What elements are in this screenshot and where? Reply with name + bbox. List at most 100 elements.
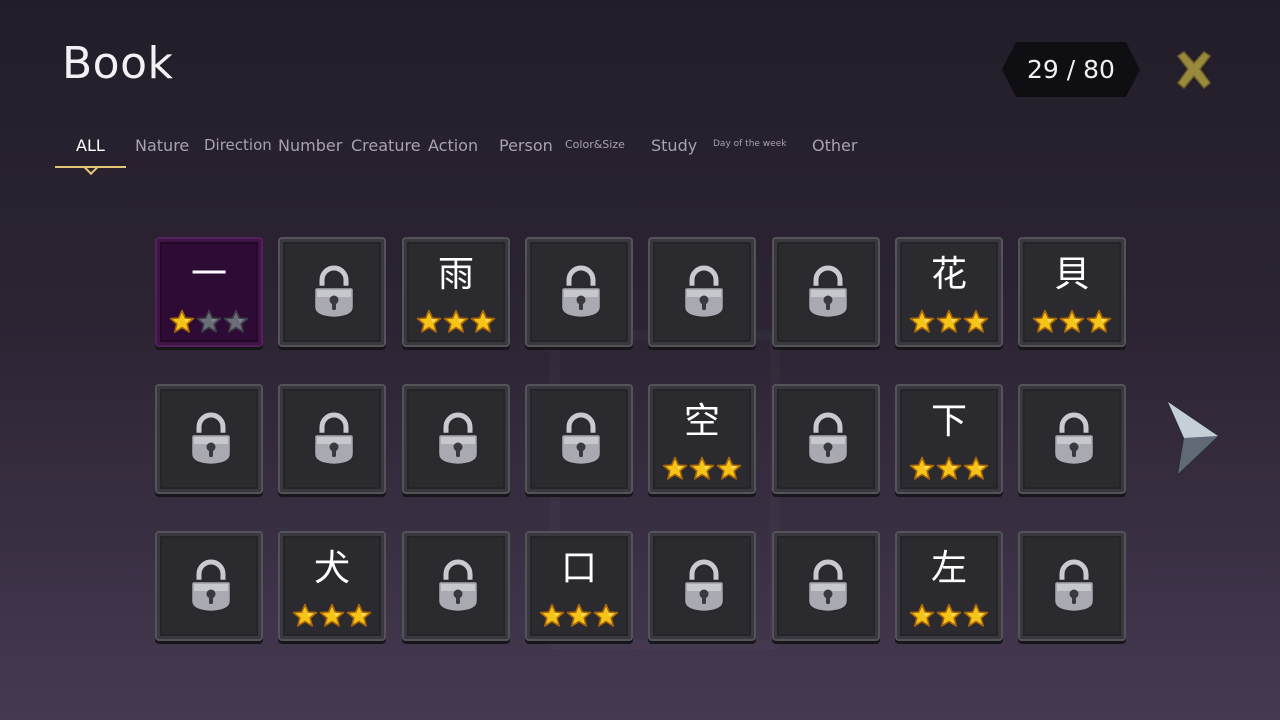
padlock-icon	[806, 557, 850, 614]
tab-number[interactable]: Number	[278, 136, 342, 155]
active-tab-indicator-mark	[83, 160, 99, 176]
padlock-icon	[806, 410, 850, 467]
kanji-tile[interactable]: 一	[155, 237, 263, 347]
star-filled-icon	[416, 309, 442, 333]
star-filled-icon	[593, 603, 619, 627]
star-rating	[404, 309, 508, 335]
locked-kanji-tile[interactable]	[772, 384, 880, 494]
kanji-tile[interactable]: 下	[895, 384, 1003, 494]
tab-person[interactable]: Person	[499, 136, 553, 155]
padlock-icon	[682, 263, 726, 320]
padlock-icon	[682, 557, 726, 614]
star-rating	[157, 309, 261, 335]
close-x-icon	[1176, 51, 1212, 90]
star-filled-icon	[346, 603, 372, 627]
collection-counter: 29 / 80	[1002, 42, 1140, 97]
star-rating	[650, 456, 754, 482]
star-filled-icon	[909, 309, 935, 333]
star-filled-icon	[1086, 309, 1112, 333]
locked-kanji-tile[interactable]	[155, 531, 263, 641]
star-rating	[527, 603, 631, 629]
star-filled-icon	[1059, 309, 1085, 333]
kanji-tile[interactable]: 口	[525, 531, 633, 641]
kanji-character: 下	[930, 401, 967, 442]
kanji-tile[interactable]: 左	[895, 531, 1003, 641]
star-filled-icon	[936, 603, 962, 627]
star-filled-icon	[689, 456, 715, 480]
star-filled-icon	[936, 456, 962, 480]
tab-other[interactable]: Other	[812, 136, 857, 155]
star-rating	[897, 603, 1001, 629]
star-filled-icon	[963, 456, 989, 480]
kanji-tile[interactable]: 貝	[1018, 237, 1126, 347]
star-rating	[1020, 309, 1124, 335]
locked-kanji-tile[interactable]	[648, 237, 756, 347]
star-filled-icon	[443, 309, 469, 333]
kanji-character: 犬	[313, 548, 350, 589]
kanji-character: 空	[683, 401, 720, 442]
category-tabs: ALL Nature Direction Number Creature Act…	[0, 130, 900, 176]
padlock-icon	[559, 410, 603, 467]
star-filled-icon	[539, 603, 565, 627]
locked-kanji-tile[interactable]	[648, 531, 756, 641]
locked-kanji-tile[interactable]	[525, 384, 633, 494]
star-filled-icon	[470, 309, 496, 333]
kanji-character: 花	[930, 254, 967, 295]
kanji-tile[interactable]: 空	[648, 384, 756, 494]
next-page-arrow-icon	[1165, 399, 1220, 477]
kanji-tile[interactable]: 花	[895, 237, 1003, 347]
star-empty-icon	[223, 309, 249, 333]
locked-kanji-tile[interactable]	[402, 384, 510, 494]
star-filled-icon	[936, 309, 962, 333]
padlock-icon	[436, 410, 480, 467]
locked-kanji-tile[interactable]	[772, 531, 880, 641]
locked-kanji-tile[interactable]	[525, 237, 633, 347]
star-filled-icon	[662, 456, 688, 480]
star-filled-icon	[319, 603, 345, 627]
kanji-tile[interactable]: 犬	[278, 531, 386, 641]
tab-study[interactable]: Study	[651, 136, 697, 155]
tab-color-size[interactable]: Color&Size	[565, 138, 625, 151]
page-title: Book	[62, 38, 174, 89]
padlock-icon	[1052, 410, 1096, 467]
tab-action[interactable]: Action	[428, 136, 478, 155]
tab-all[interactable]: ALL	[76, 136, 105, 155]
kanji-character: 左	[930, 548, 967, 589]
star-filled-icon	[292, 603, 318, 627]
tab-direction[interactable]: Direction	[204, 136, 272, 154]
star-filled-icon	[169, 309, 195, 333]
padlock-icon	[559, 263, 603, 320]
star-rating	[280, 603, 384, 629]
tab-day-of-the-week[interactable]: Day of the week	[713, 139, 786, 149]
locked-kanji-tile[interactable]	[278, 237, 386, 347]
padlock-icon	[806, 263, 850, 320]
star-filled-icon	[963, 603, 989, 627]
locked-kanji-tile[interactable]	[402, 531, 510, 641]
kanji-character: 雨	[437, 254, 474, 295]
locked-kanji-tile[interactable]	[772, 237, 880, 347]
star-filled-icon	[716, 456, 742, 480]
kanji-tile[interactable]: 雨	[402, 237, 510, 347]
star-filled-icon	[1032, 309, 1058, 333]
padlock-icon	[1052, 557, 1096, 614]
padlock-icon	[312, 263, 356, 320]
kanji-character: 口	[560, 548, 597, 589]
kanji-character: 一	[190, 254, 227, 295]
star-filled-icon	[909, 456, 935, 480]
padlock-icon	[436, 557, 480, 614]
locked-kanji-tile[interactable]	[155, 384, 263, 494]
close-button[interactable]	[1170, 46, 1218, 94]
next-page-button[interactable]	[1164, 398, 1220, 478]
locked-kanji-tile[interactable]	[278, 384, 386, 494]
locked-kanji-tile[interactable]	[1018, 384, 1126, 494]
padlock-icon	[189, 557, 233, 614]
star-rating	[897, 456, 1001, 482]
star-empty-icon	[196, 309, 222, 333]
star-rating	[897, 309, 1001, 335]
padlock-icon	[189, 410, 233, 467]
kanji-character: 貝	[1053, 254, 1090, 295]
tab-nature[interactable]: Nature	[135, 136, 189, 155]
locked-kanji-tile[interactable]	[1018, 531, 1126, 641]
padlock-icon	[312, 410, 356, 467]
tab-creature[interactable]: Creature	[351, 136, 421, 155]
